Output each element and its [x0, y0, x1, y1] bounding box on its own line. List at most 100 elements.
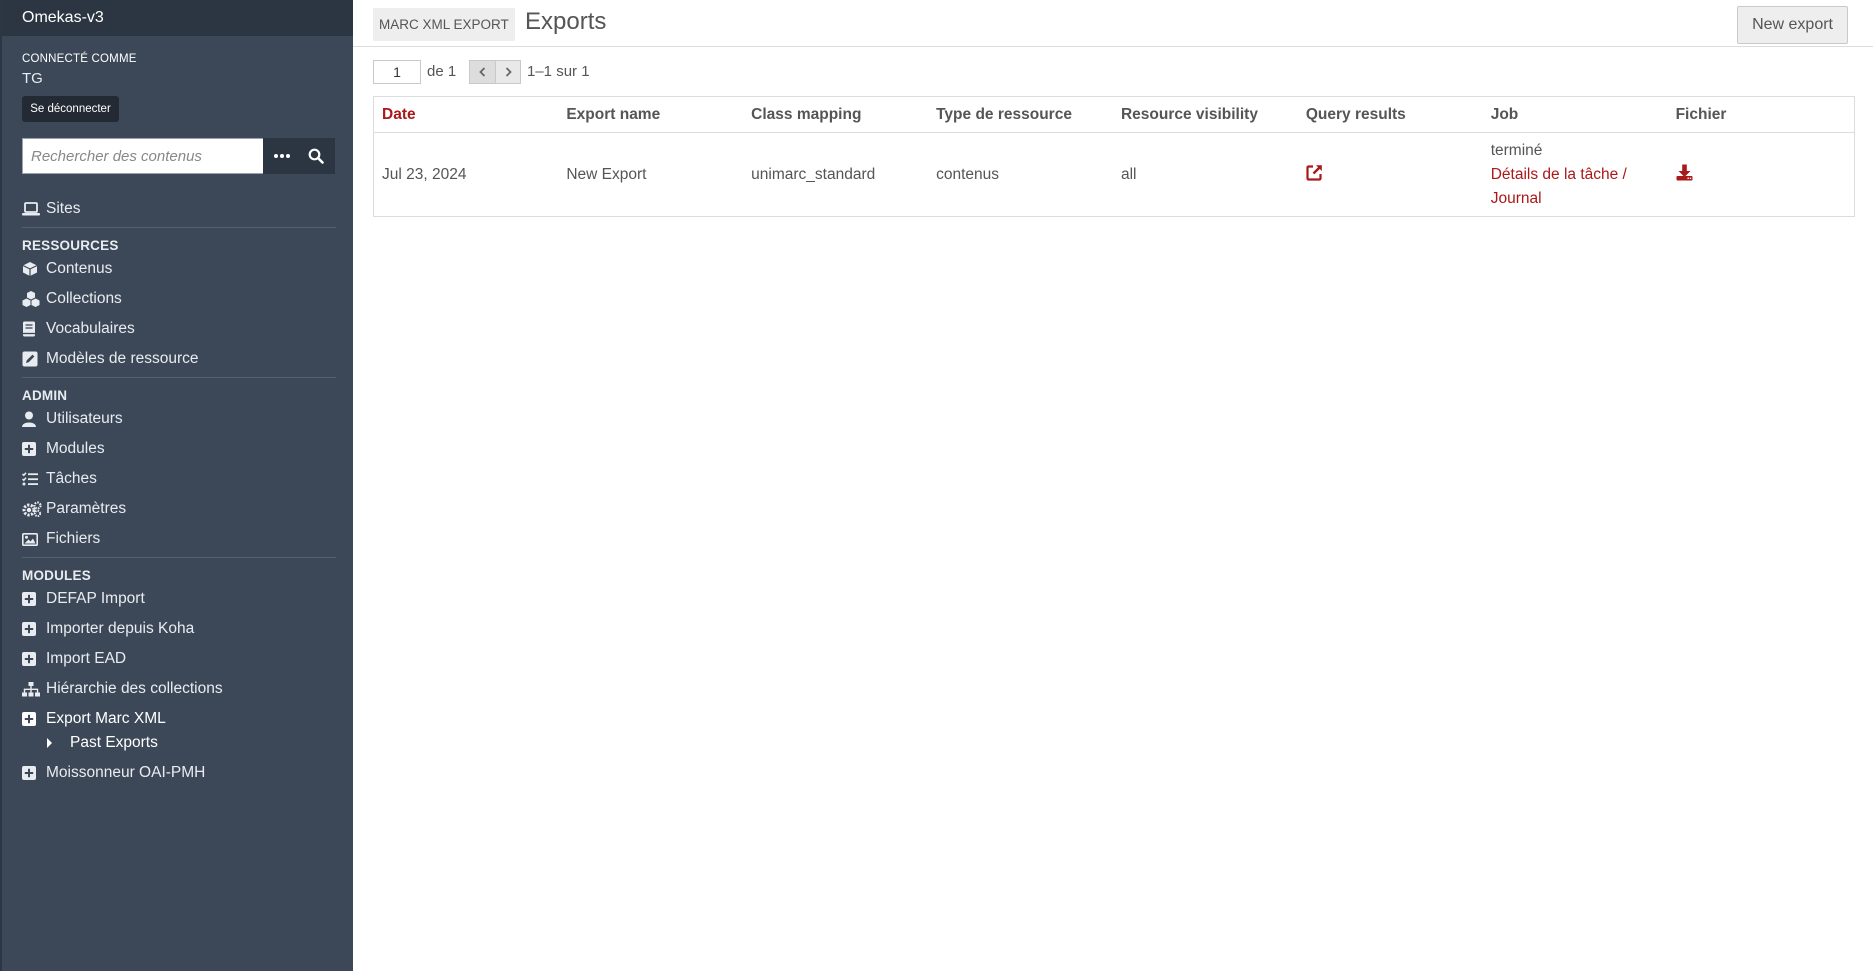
job-status: terminé	[1490, 141, 1543, 159]
user-name[interactable]: TG	[22, 70, 43, 87]
column-header-class-mapping: Class mapping	[743, 96, 929, 133]
search-input[interactable]	[22, 138, 264, 174]
nav-item-label: Paramètres	[46, 500, 127, 517]
nav-item-label: Tâches	[46, 470, 97, 487]
nav-subitem-past-exports[interactable]: Past Exports	[46, 731, 158, 755]
chevron-right-icon	[505, 67, 512, 77]
cubes-icon	[22, 291, 46, 307]
nav-item-utilisateurs[interactable]: Utilisateurs	[22, 407, 123, 431]
sidebar: Omekas-v3 CONNECTÉ COMME TG Se déconnect…	[0, 0, 353, 971]
divider	[22, 227, 336, 228]
column-header-resource-type: Type de ressource	[928, 96, 1113, 133]
cube-icon	[22, 261, 46, 277]
sitemap-icon	[22, 681, 46, 697]
page-title: Exports	[525, 8, 607, 35]
cell-resource-type: contenus	[936, 165, 1000, 183]
logout-button[interactable]: Se déconnecter	[22, 96, 119, 122]
section-title-admin: ADMIN	[22, 388, 68, 403]
cogs-icon	[22, 501, 46, 517]
nav-item-defap-import[interactable]: DEFAP Import	[22, 587, 145, 611]
book-icon	[22, 321, 46, 337]
plus-square-icon	[22, 442, 46, 456]
nav-item-label: DEFAP Import	[46, 590, 145, 607]
cell-date: Jul 23, 2024	[382, 165, 467, 183]
image-icon	[22, 532, 46, 546]
plus-square-icon	[22, 592, 46, 606]
nav-item-label: Sites	[46, 200, 81, 217]
nav-item-collections[interactable]: Collections	[22, 287, 122, 311]
plus-square-icon	[22, 652, 46, 666]
nav-item-label: Utilisateurs	[46, 410, 123, 427]
app-title[interactable]: Omekas-v3	[22, 9, 104, 27]
previous-page-button[interactable]	[469, 60, 495, 84]
column-header-resource-visibility: Resource visibility	[1112, 96, 1298, 133]
nav-item-taches[interactable]: Tâches	[22, 467, 97, 491]
nav-item-label: Modèles de ressource	[46, 350, 199, 367]
caret-right-icon	[46, 737, 70, 749]
nav-item-import-ead[interactable]: Import EAD	[22, 647, 126, 671]
column-header-export-name: Export name	[558, 96, 744, 133]
nav-item-moissonneur-oai-pmh[interactable]: Moissonneur OAI-PMH	[22, 761, 205, 785]
nav-item-importer-depuis-koha[interactable]: Importer depuis Koha	[22, 617, 194, 641]
cell-file	[1668, 133, 1855, 217]
section-title-resources: RESSOURCES	[22, 238, 119, 253]
nav-item-modules[interactable]: Modules	[22, 437, 105, 461]
column-header-date[interactable]: Date	[373, 96, 559, 133]
chevron-left-icon	[479, 67, 486, 77]
nav-item-label: Hiérarchie des collections	[46, 680, 223, 697]
column-header-fichier: Fichier	[1667, 96, 1855, 133]
nav-item-label: Fichiers	[46, 530, 101, 547]
module-breadcrumb: MARC XML EXPORT	[373, 8, 515, 41]
exports-table: Date Export name Class mapping Type de r…	[373, 96, 1855, 217]
nav-item-label: Modules	[46, 440, 105, 457]
cell-query-results	[1298, 133, 1483, 217]
job-log-link[interactable]: Journal	[1491, 190, 1542, 207]
divider	[22, 557, 336, 558]
nav-item-label: Moissonneur OAI-PMH	[46, 764, 206, 781]
page-total-label: de 1	[427, 63, 457, 80]
search-options-button[interactable]	[263, 138, 301, 174]
job-details-link[interactable]: Détails de la tâche	[1491, 166, 1619, 183]
divider	[22, 377, 336, 378]
nav-item-label: Importer depuis Koha	[46, 620, 195, 637]
plus-square-icon	[22, 712, 46, 726]
edit-square-icon	[22, 351, 46, 367]
cell-job: terminé Détails de la tâche / Journal	[1483, 133, 1668, 217]
external-link-icon[interactable]	[1306, 164, 1323, 186]
new-export-button[interactable]: New export	[1737, 6, 1848, 44]
site-title-bar: Omekas-v3	[2, 0, 353, 36]
nav-item-modeles-de-ressource[interactable]: Modèles de ressource	[22, 347, 199, 371]
user-icon	[22, 411, 46, 427]
column-header-query-results: Query results	[1297, 96, 1483, 133]
nav-item-sites[interactable]: Sites	[22, 197, 80, 221]
ellipsis-icon	[274, 154, 290, 158]
section-title-modules: MODULES	[22, 568, 91, 583]
nav-item-hierarchie-des-collections[interactable]: Hiérarchie des collections	[22, 677, 223, 701]
page-number-input[interactable]	[373, 60, 421, 84]
cell-export-name: New Export	[566, 165, 647, 183]
nav-item-parametres[interactable]: Paramètres	[22, 497, 126, 521]
cell-visibility: all	[1120, 165, 1137, 183]
column-header-job: Job	[1482, 96, 1668, 133]
nav-item-label: Import EAD	[46, 650, 127, 667]
tasks-icon	[22, 472, 46, 486]
nav-item-export-marc-xml[interactable]: Export Marc XML	[22, 707, 166, 731]
plus-square-icon	[22, 766, 46, 780]
search-submit-button[interactable]	[297, 138, 335, 174]
nav-item-label: Past Exports	[70, 734, 158, 751]
page-header: MARC XML EXPORT Exports New export	[353, 0, 1873, 47]
nav-item-fichiers[interactable]: Fichiers	[22, 527, 100, 551]
job-link-separator: /	[1618, 165, 1627, 183]
search-icon	[308, 148, 324, 164]
nav-item-contenus[interactable]: Contenus	[22, 257, 112, 281]
plus-square-icon	[22, 622, 46, 636]
next-page-button[interactable]	[495, 60, 521, 84]
download-icon[interactable]	[1676, 164, 1693, 186]
table-header-row: Date Export name Class mapping Type de r…	[373, 96, 1855, 133]
nav-item-label: Contenus	[46, 260, 113, 277]
table-row: Jul 23, 2024 New Export unimarc_standard…	[374, 133, 1855, 217]
nav-item-label: Collections	[46, 290, 122, 307]
logged-in-label: CONNECTÉ COMME	[22, 53, 137, 65]
nav-item-vocabulaires[interactable]: Vocabulaires	[22, 317, 135, 341]
results-range-label: 1–1 sur 1	[527, 63, 590, 80]
